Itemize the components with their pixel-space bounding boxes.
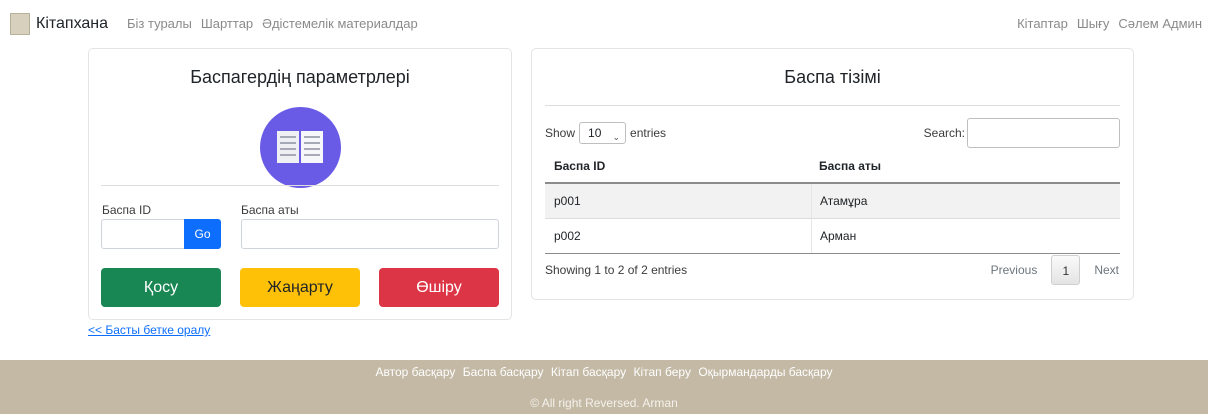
open-book-icon — [260, 107, 341, 188]
column-header-name[interactable]: Баспа аты — [811, 149, 1120, 182]
cell-publisher-id: p002 — [554, 229, 581, 243]
nav-link-materials[interactable]: Әдістемелік материалдар — [262, 16, 418, 31]
publisher-list-card: Баспа тізімі Show 10 ⌄ entries Search: Б… — [531, 48, 1134, 300]
nav-link-greeting[interactable]: Сәлем Админ — [1118, 16, 1202, 31]
column-header-id[interactable]: Баспа ID — [545, 159, 811, 173]
book-icon — [10, 13, 30, 35]
search-label: Search: — [923, 126, 965, 140]
page-size-control: Show 10 ⌄ entries — [545, 122, 666, 144]
copyright: © All right Reversed. Arman — [530, 396, 678, 410]
publisher-id-input[interactable] — [101, 219, 185, 249]
table-row[interactable]: p001 Атамұра — [545, 184, 1120, 219]
nav-link-about[interactable]: Біз туралы — [127, 16, 192, 31]
update-button[interactable]: Жаңарту — [240, 268, 360, 307]
nav-link-books[interactable]: Кітаптар — [1017, 16, 1068, 31]
publisher-form-card: Баспагердің параметрлері Баспа ID Баспа … — [88, 48, 512, 320]
nav-link-terms[interactable]: Шарттар — [201, 16, 253, 31]
back-to-home-link[interactable]: << Басты бетке оралу — [88, 323, 210, 337]
chevron-down-icon: ⌄ — [612, 132, 621, 142]
form-divider — [101, 185, 499, 186]
nav-right-links: Кітаптар Шығу Сәлем Админ — [1017, 16, 1202, 31]
go-button[interactable]: Go — [184, 219, 221, 249]
table-info: Showing 1 to 2 of 2 entries — [545, 263, 688, 277]
publisher-table: Баспа ID Баспа аты p001 Атамұра p002 Арм… — [545, 149, 1120, 254]
footer-link-readers[interactable]: Оқырмандарды басқару — [698, 365, 832, 379]
footer-links: Автор басқару Баспа басқару Кітап басқар… — [0, 365, 1208, 379]
navbar: Кітапхана Біз туралы Шарттар Әдістемелік… — [0, 0, 1208, 48]
table-header: Баспа ID Баспа аты — [545, 149, 1120, 184]
footer: Автор басқару Баспа басқару Кітап басқар… — [0, 360, 1208, 414]
cell-publisher-name: Атамұра — [811, 184, 1120, 218]
cell-publisher-id: p001 — [554, 194, 581, 208]
next-button[interactable]: Next — [1094, 263, 1119, 277]
footer-link-books[interactable]: Кітап басқару — [551, 365, 626, 379]
delete-button[interactable]: Өшіру — [379, 268, 499, 307]
publisher-name-label: Баспа аты — [241, 203, 299, 217]
page-button-1[interactable]: 1 — [1051, 255, 1081, 285]
table-row[interactable]: p002 Арман — [545, 219, 1120, 254]
entries-label: entries — [630, 126, 667, 140]
footer-link-publishers[interactable]: Баспа басқару — [463, 365, 544, 379]
publisher-name-input[interactable] — [241, 219, 499, 249]
list-divider — [545, 105, 1120, 106]
add-button[interactable]: Қосу — [101, 268, 221, 307]
search-input[interactable] — [967, 118, 1120, 148]
page-size-value: 10 — [588, 126, 602, 140]
cell-publisher-name: Арман — [811, 219, 1120, 253]
form-title: Баспагердің параметрлері — [190, 67, 410, 87]
show-label: Show — [545, 126, 576, 140]
brand[interactable]: Кітапхана — [10, 13, 108, 35]
footer-link-lending[interactable]: Кітап беру — [633, 365, 690, 379]
pagination: Previous 1 Next — [991, 255, 1119, 285]
search-control: Search: — [924, 118, 1120, 148]
brand-title[interactable]: Кітапхана — [36, 15, 108, 33]
publisher-id-label: Баспа ID — [102, 203, 152, 217]
page-size-select[interactable]: 10 ⌄ — [579, 122, 627, 144]
list-title: Баспа тізімі — [784, 67, 881, 87]
nav-left-links: Біз туралы Шарттар Әдістемелік материалд… — [127, 16, 418, 31]
nav-link-logout[interactable]: Шығу — [1077, 16, 1110, 31]
previous-button[interactable]: Previous — [991, 263, 1038, 277]
footer-link-authors[interactable]: Автор басқару — [375, 365, 455, 379]
